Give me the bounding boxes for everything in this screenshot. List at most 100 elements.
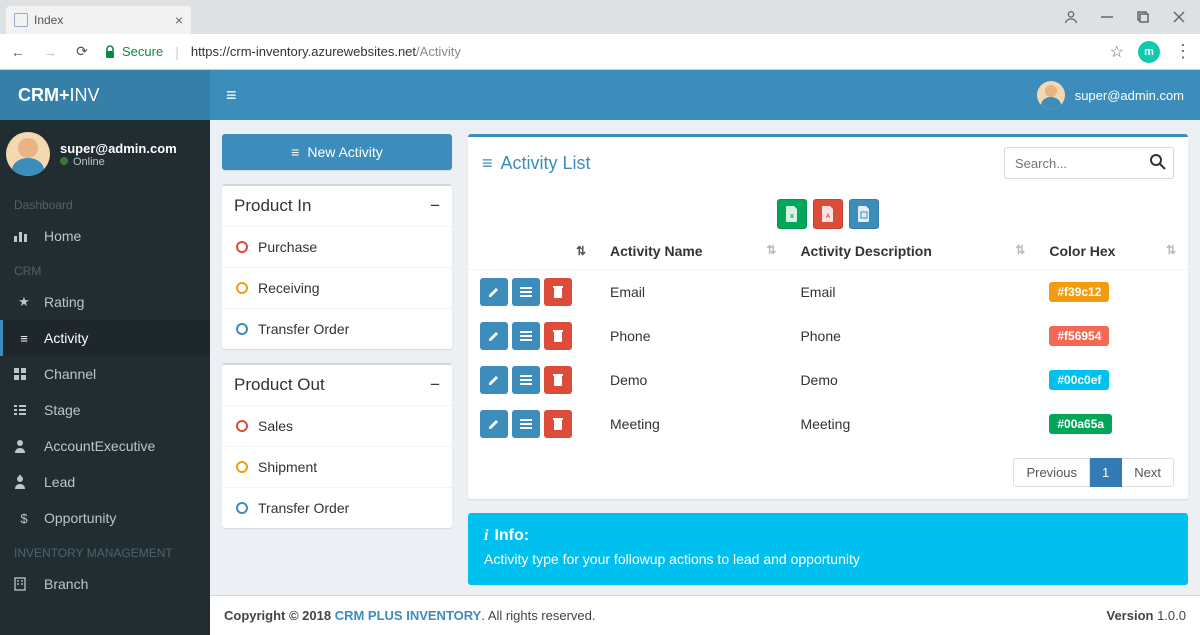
details-button[interactable]	[512, 278, 540, 306]
edit-button[interactable]	[480, 366, 508, 394]
search-icon[interactable]	[1150, 154, 1166, 170]
export-excel-button[interactable]: x	[777, 199, 807, 229]
sidebar-item-rating[interactable]: ★Rating	[0, 284, 210, 320]
sort-icon[interactable]: ⇅	[766, 243, 776, 257]
sidebar-item-branch[interactable]: Branch	[0, 566, 210, 602]
footer-brand[interactable]: CRM PLUS INVENTORY	[335, 608, 482, 623]
pager-next[interactable]: Next	[1122, 458, 1174, 487]
sidebar-item-account-exec[interactable]: AccountExecutive	[0, 428, 210, 464]
minimize-icon[interactable]	[1098, 8, 1116, 26]
collapse-icon[interactable]: −	[430, 375, 440, 395]
kebab-menu-icon[interactable]: ⋮	[1174, 41, 1192, 62]
cell-name: Phone	[598, 314, 788, 358]
forward-icon[interactable]: →	[40, 44, 60, 60]
building-icon	[14, 577, 34, 591]
delete-button[interactable]	[544, 278, 572, 306]
tree-item[interactable]: Shipment	[222, 446, 452, 487]
circle-icon	[236, 461, 248, 473]
search-input[interactable]	[1004, 147, 1174, 179]
tree-item[interactable]: Transfer Order	[222, 487, 452, 528]
sort-icon[interactable]: ⇅	[1015, 243, 1025, 257]
secure-indicator: Secure	[104, 44, 163, 59]
bookmark-icon[interactable]: ☆	[1110, 42, 1124, 62]
details-button[interactable]	[512, 322, 540, 350]
cell-name: Meeting	[598, 402, 788, 446]
new-activity-button[interactable]: ≡New Activity	[222, 134, 452, 170]
back-icon[interactable]: ←	[8, 44, 28, 60]
tab-title: Index	[34, 13, 63, 27]
user-icon	[14, 439, 34, 453]
delete-button[interactable]	[544, 410, 572, 438]
list-icon: ≡	[14, 331, 34, 346]
cell-name: Demo	[598, 358, 788, 402]
main: ≡ super@admin.com ≡New Activity Product …	[210, 70, 1200, 635]
bar-chart-icon	[14, 230, 34, 242]
edit-button[interactable]	[480, 278, 508, 306]
pager-prev[interactable]: Previous	[1013, 458, 1090, 487]
hex-badge: #f56954	[1049, 326, 1109, 346]
info-icon: i	[484, 527, 488, 545]
list-icon: ≡	[482, 153, 493, 174]
sidebar-item-stage[interactable]: Stage	[0, 392, 210, 428]
topbar-avatar[interactable]	[1037, 81, 1065, 109]
cell-desc: Phone	[788, 314, 1037, 358]
edit-button[interactable]	[480, 322, 508, 350]
svg-text:A: A	[826, 214, 831, 220]
browser-tab-strip: Index ×	[0, 0, 1200, 34]
left-column: ≡New Activity Product In− PurchaseReceiv…	[222, 134, 452, 635]
topbar: ≡ super@admin.com	[210, 70, 1200, 120]
right-column: ≡Activity List x A	[468, 134, 1188, 635]
dollar-icon: $	[14, 511, 34, 526]
profile-chip[interactable]: m	[1138, 41, 1160, 63]
product-out-title: Product Out	[234, 375, 325, 395]
delete-button[interactable]	[544, 322, 572, 350]
circle-icon	[236, 420, 248, 432]
sort-icon[interactable]: ⇅	[576, 244, 586, 258]
table-row: DemoDemo#00c0ef	[468, 358, 1188, 402]
section-dashboard: Dashboard	[0, 188, 210, 218]
tree-item[interactable]: Purchase	[222, 227, 452, 267]
col-name[interactable]: Activity Name	[610, 243, 703, 259]
window-close-icon[interactable]	[1170, 8, 1188, 26]
collapse-icon[interactable]: −	[430, 196, 440, 216]
lead-icon	[14, 475, 34, 489]
user-status: Online	[60, 156, 177, 168]
export-pdf-button[interactable]: A	[813, 199, 843, 229]
user-chrome-icon[interactable]	[1062, 8, 1080, 26]
sidebar-item-opportunity[interactable]: $Opportunity	[0, 500, 210, 536]
details-button[interactable]	[512, 366, 540, 394]
topbar-user[interactable]: super@admin.com	[1075, 88, 1184, 103]
reload-icon[interactable]: ⟳	[72, 43, 92, 60]
tree-item[interactable]: Sales	[222, 406, 452, 446]
table-row: EmailEmail#f39c12	[468, 270, 1188, 315]
table-row: MeetingMeeting#00a65a	[468, 402, 1188, 446]
circle-icon	[236, 241, 248, 253]
tree-item[interactable]: Transfer Order	[222, 308, 452, 349]
sidebar-item-channel[interactable]: Channel	[0, 356, 210, 392]
sidebar-item-lead[interactable]: Lead	[0, 464, 210, 500]
edit-button[interactable]	[480, 410, 508, 438]
browser-tab[interactable]: Index ×	[6, 6, 191, 34]
close-icon[interactable]: ×	[175, 12, 183, 28]
details-button[interactable]	[512, 410, 540, 438]
url[interactable]: https://crm-inventory.azurewebsites.net/…	[191, 44, 461, 59]
info-text: Activity type for your followup actions …	[484, 551, 1172, 567]
tree-item[interactable]: Receiving	[222, 267, 452, 308]
svg-text:x: x	[790, 213, 794, 220]
sort-icon[interactable]: ⇅	[1166, 243, 1176, 257]
sidebar-item-home[interactable]: Home	[0, 218, 210, 254]
avatar	[6, 132, 50, 176]
lock-icon	[104, 45, 116, 59]
hamburger-icon[interactable]: ≡	[226, 85, 237, 106]
delete-button[interactable]	[544, 366, 572, 394]
sidebar-item-activity[interactable]: ≡Activity	[0, 320, 210, 356]
col-desc[interactable]: Activity Description	[800, 243, 931, 259]
maximize-icon[interactable]	[1134, 8, 1152, 26]
col-hex[interactable]: Color Hex	[1049, 243, 1115, 259]
export-csv-button[interactable]	[849, 199, 879, 229]
info-title: Info:	[494, 527, 529, 545]
footer: Copyright © 2018 CRM PLUS INVENTORY. All…	[210, 595, 1200, 635]
sidebar: CRM+INV super@admin.com Online Dashboard…	[0, 70, 210, 635]
pager-page-1[interactable]: 1	[1090, 458, 1122, 487]
brand[interactable]: CRM+INV	[0, 70, 210, 120]
